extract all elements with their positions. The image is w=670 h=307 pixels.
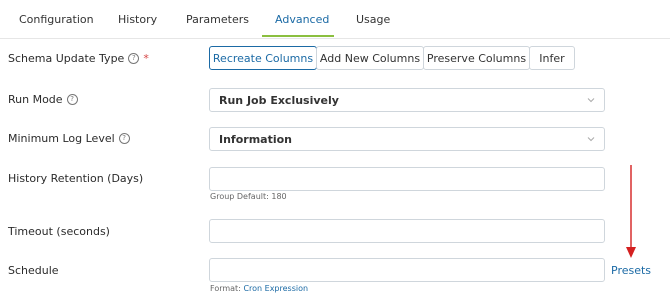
help-circle-icon[interactable]: ?	[66, 94, 78, 105]
tab-configuration[interactable]: Configuration	[19, 13, 94, 26]
history-retention-hint: Group Default: 180	[210, 192, 287, 201]
minimum-log-level-label: Minimum Log Level ?	[8, 132, 130, 145]
schedule-label: Schedule	[8, 264, 59, 277]
history-retention-input[interactable]	[209, 167, 605, 191]
tab-bar: Configuration History Parameters Advance…	[0, 0, 670, 39]
chevron-down-icon	[587, 137, 595, 142]
schedule-text: Schedule	[8, 264, 59, 277]
presets-link[interactable]: Presets	[611, 264, 651, 277]
minimum-log-level-value: Information	[219, 133, 292, 146]
active-tab-indicator	[262, 35, 334, 37]
recreate-columns-button[interactable]: Recreate Columns	[209, 46, 317, 70]
minimum-log-level-text: Minimum Log Level	[8, 132, 115, 145]
run-mode-value: Run Job Exclusively	[219, 94, 339, 107]
timeout-label: Timeout (seconds)	[8, 225, 110, 238]
tab-history[interactable]: History	[118, 13, 157, 26]
infer-button[interactable]: Infer	[529, 46, 575, 70]
history-retention-label: History Retention (Days)	[8, 172, 143, 185]
tab-advanced[interactable]: Advanced	[275, 13, 329, 26]
tab-usage[interactable]: Usage	[356, 13, 390, 26]
cron-expression-link[interactable]: Cron Expression	[243, 284, 308, 293]
red-down-arrow	[626, 165, 636, 258]
minimum-log-level-select[interactable]: Information	[209, 127, 605, 151]
schema-update-type-label: Schema Update Type ? *	[8, 52, 149, 65]
schedule-hint-prefix: Format:	[210, 284, 241, 293]
required-marker: *	[143, 52, 149, 65]
help-circle-icon[interactable]: ?	[128, 53, 140, 64]
run-mode-text: Run Mode	[8, 93, 63, 106]
history-retention-text: History Retention (Days)	[8, 172, 144, 185]
add-new-columns-button[interactable]: Add New Columns	[316, 46, 424, 70]
chevron-down-icon	[587, 98, 595, 103]
schedule-hint: Format: Cron Expression	[210, 284, 308, 293]
schema-update-type-text: Schema Update Type	[8, 52, 125, 65]
preserve-columns-button[interactable]: Preserve Columns	[423, 46, 530, 70]
help-circle-icon[interactable]: ?	[118, 133, 130, 144]
schedule-input[interactable]	[209, 258, 605, 282]
run-mode-label: Run Mode ?	[8, 93, 78, 106]
timeout-text: Timeout (seconds)	[8, 225, 110, 238]
timeout-input[interactable]	[209, 219, 605, 243]
run-mode-select[interactable]: Run Job Exclusively	[209, 88, 605, 112]
tab-parameters[interactable]: Parameters	[186, 13, 249, 26]
